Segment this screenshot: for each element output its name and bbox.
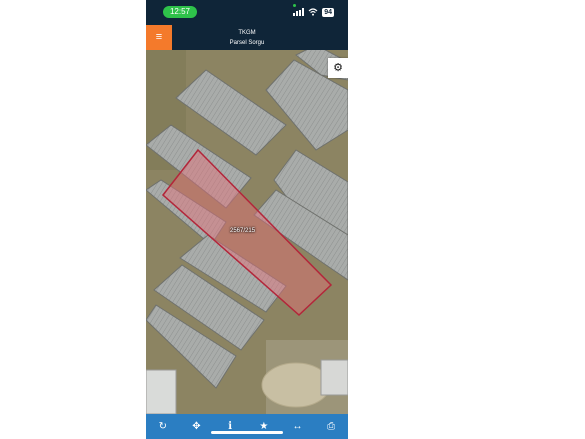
status-time: 12:57 [163,6,197,18]
locate-icon[interactable]: ✥ [185,414,207,439]
wifi-icon [308,8,318,16]
app-subtitle: Parsel Sorgu [229,40,265,46]
home-indicator[interactable] [211,431,283,434]
satellite-map[interactable]: ⚙ 2567/215 [146,50,348,414]
hamburger-menu-icon[interactable]: ≡ [146,25,172,50]
refresh-icon[interactable]: ↻ [152,414,174,439]
phone-screen: 12:57 94 ≡ TKGM Parsel Sorgu ⚙ 2567/215 … [146,0,348,439]
star-icon[interactable]: ★ [253,414,275,439]
bottom-toolbar: ↻ ✥ i ★ ↔ ⎙ [146,414,348,439]
print-icon[interactable]: ⎙ [320,414,342,439]
status-icons: 94 [293,6,334,18]
measure-icon[interactable]: ↔ [286,414,308,439]
gear-icon[interactable]: ⚙ [328,58,348,78]
parcel-label: 2567/215 [230,228,256,234]
app-header: ≡ TKGM Parsel Sorgu [146,22,348,50]
status-bar: 12:57 94 [146,0,348,22]
app-title: TKGM [238,30,256,36]
signal-icon [293,8,305,16]
info-icon[interactable]: i [219,414,241,439]
battery-icon: 94 [322,7,334,17]
